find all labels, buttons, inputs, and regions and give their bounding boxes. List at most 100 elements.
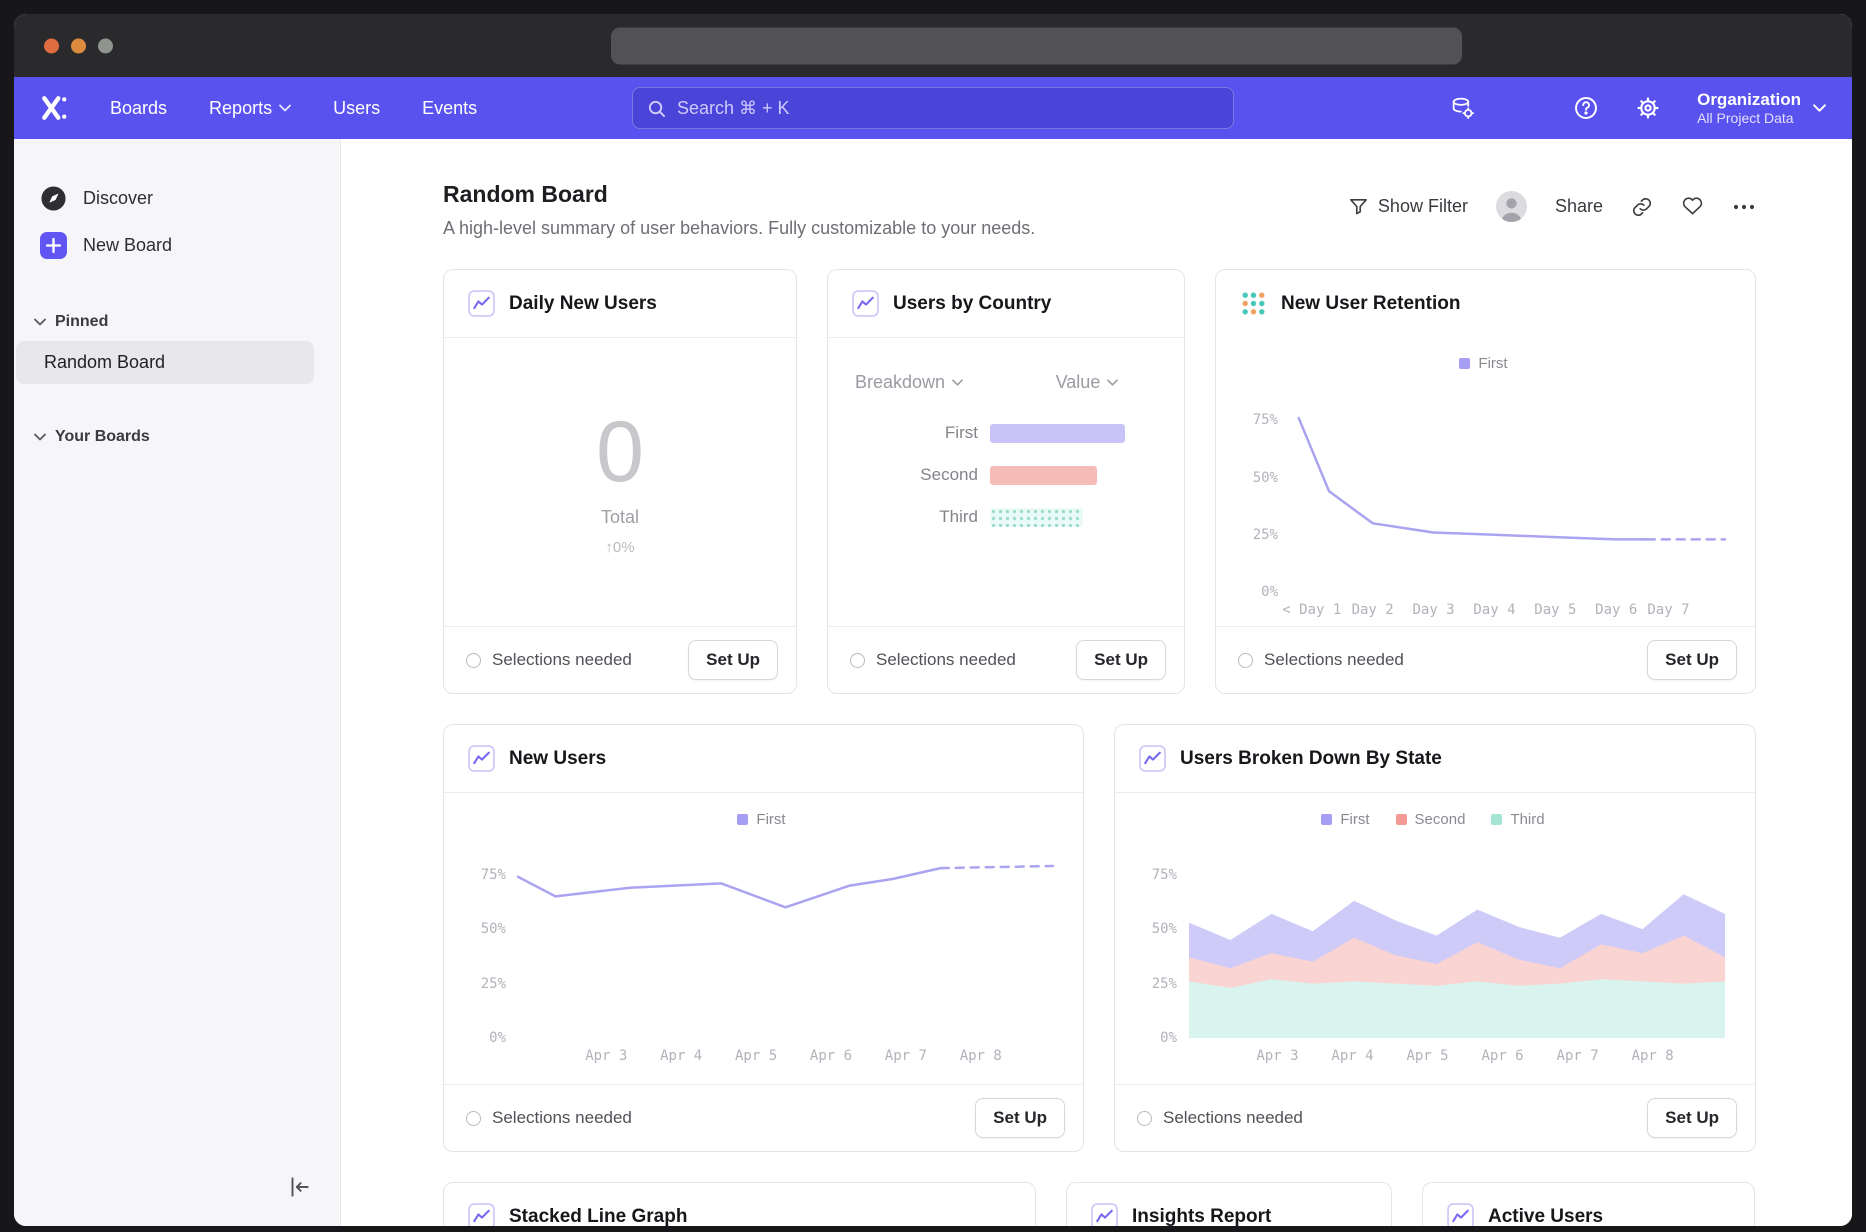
retention-legend: First: [1242, 353, 1725, 374]
settings-gear-icon[interactable]: [1635, 95, 1661, 121]
retention-chart: First75%50%25%0%< Day 1Day 2Day 3Day 4Da…: [1216, 337, 1755, 626]
legend-swatch-icon: [1396, 814, 1407, 825]
nav-item-label: Events: [422, 98, 477, 119]
chevron-down-icon: [952, 379, 963, 386]
favorite-heart-icon[interactable]: [1681, 195, 1704, 218]
country-row-bar: [990, 508, 1083, 527]
card-insights-report: Insights Report: [1066, 1182, 1392, 1226]
breakdown-dropdown[interactable]: Breakdown: [828, 372, 990, 393]
avatar[interactable]: [1496, 191, 1527, 222]
nav-item-reports[interactable]: Reports: [209, 98, 291, 119]
org-switcher[interactable]: Organization All Project Data: [1697, 89, 1826, 128]
x-tick-label: Apr 7: [885, 1048, 927, 1064]
nav-item-label: Users: [333, 98, 380, 119]
x-tick-label: Day 4: [1473, 602, 1515, 618]
more-options-icon[interactable]: [1732, 195, 1756, 219]
cards-row-1: Daily New Users 0 Total ↑0% Selections n…: [443, 269, 1756, 694]
traffic-light-1[interactable]: [71, 38, 86, 53]
set-up-button[interactable]: Set Up: [1647, 1098, 1737, 1138]
sidebar-collapse-button[interactable]: [286, 1174, 312, 1200]
card-title: Users Broken Down By State: [1180, 748, 1442, 770]
y-tick-label: 50%: [1253, 470, 1278, 486]
line-chart-icon: [1447, 1203, 1474, 1226]
y-tick-label: 50%: [1152, 921, 1177, 937]
x-tick-label: Apr 8: [960, 1048, 1002, 1064]
status-circle-icon: [1238, 653, 1253, 668]
share-button[interactable]: Share: [1555, 196, 1603, 217]
sidebar-item-new-board[interactable]: New Board: [14, 222, 340, 269]
metric-value: 0: [596, 409, 644, 495]
nav-item-users[interactable]: Users: [333, 98, 380, 119]
copy-link-icon[interactable]: [1631, 196, 1653, 218]
status-label: Selections needed: [1264, 650, 1404, 670]
legend-swatch-icon: [1491, 814, 1502, 825]
nav-item-label: Boards: [110, 98, 167, 119]
sidebar-section-your-boards[interactable]: Your Boards: [14, 420, 340, 454]
titlebar: [14, 14, 1852, 77]
card-title: Daily New Users: [509, 293, 657, 315]
country-row-bar: [990, 424, 1125, 443]
y-tick-label: 25%: [481, 976, 506, 992]
line-chart-icon: [468, 745, 495, 772]
y-tick-label: 25%: [1152, 976, 1177, 992]
x-tick-label: Day 3: [1412, 602, 1454, 618]
new-users-legend: First: [470, 809, 1053, 830]
apps-grid-icon[interactable]: [1511, 95, 1537, 121]
help-icon[interactable]: [1573, 95, 1599, 121]
legend-label: Second: [1415, 811, 1466, 828]
metric-delta: ↑0%: [605, 539, 634, 556]
traffic-light-0[interactable]: [44, 38, 59, 53]
x-axis: < Day 1Day 2Day 3Day 4Day 5Day 6Day 7: [1290, 592, 1725, 624]
sidebar-item-discover[interactable]: Discover: [14, 175, 340, 222]
country-row-label: First: [828, 423, 990, 443]
plot: [518, 842, 1053, 1038]
x-tick-label: Apr 3: [1256, 1048, 1298, 1064]
set-up-button[interactable]: Set Up: [1647, 640, 1737, 680]
status-circle-icon: [1137, 1111, 1152, 1126]
nav-item-boards[interactable]: Boards: [110, 98, 167, 119]
x-tick-label: Apr 8: [1632, 1048, 1674, 1064]
show-filter-button[interactable]: Show Filter: [1348, 196, 1468, 217]
sidebar-item-random-board[interactable]: Random Board: [16, 341, 314, 384]
country-row: First: [828, 423, 1184, 443]
section-label: Pinned: [55, 313, 108, 331]
sidebar-section-pinned[interactable]: Pinned: [14, 305, 340, 339]
board-actions: Show Filter Share: [1348, 191, 1756, 222]
search-input[interactable]: Search ⌘ + K: [632, 87, 1234, 129]
x-axis: Apr 3Apr 4Apr 5Apr 6Apr 7Apr 8: [518, 1038, 1053, 1070]
card-title: New Users: [509, 748, 606, 770]
set-up-button[interactable]: Set Up: [975, 1098, 1065, 1138]
url-bar[interactable]: [611, 27, 1462, 64]
search-placeholder: Search ⌘ + K: [677, 98, 790, 119]
metric-caption: Total: [601, 507, 639, 528]
mixpanel-logo[interactable]: [40, 93, 70, 123]
line-chart-icon: [468, 290, 495, 317]
y-tick-label: 75%: [1152, 867, 1177, 883]
page-title: Random Board: [443, 181, 1035, 208]
org-subtitle: All Project Data: [1697, 110, 1801, 128]
set-up-button[interactable]: Set Up: [688, 640, 778, 680]
card-stacked-line-graph: Stacked Line Graph: [443, 1182, 1036, 1226]
x-tick-label: Apr 4: [1331, 1048, 1373, 1064]
traffic-light-2[interactable]: [98, 38, 113, 53]
nav-item-events[interactable]: Events: [422, 98, 477, 119]
selections-needed-status: Selections needed: [466, 650, 632, 670]
traffic-lights: [44, 38, 113, 53]
country-row-label: Second: [828, 465, 990, 485]
org-name: Organization: [1697, 89, 1801, 110]
x-axis: Apr 3Apr 4Apr 5Apr 6Apr 7Apr 8: [1189, 1038, 1725, 1070]
legend-item-first: First: [737, 811, 785, 828]
line-chart-icon: [852, 290, 879, 317]
card-new-users: New Users First75%50%25%0%Apr 3Apr 4Apr …: [443, 724, 1084, 1152]
funnel-icon: [1348, 196, 1369, 217]
set-up-button[interactable]: Set Up: [1076, 640, 1166, 680]
line-chart-icon: [1091, 1203, 1118, 1226]
plot: [1189, 842, 1725, 1038]
selections-needed-status: Selections needed: [1137, 1108, 1303, 1128]
legend-swatch-icon: [1459, 358, 1470, 369]
value-dropdown[interactable]: Value: [990, 372, 1184, 393]
status-label: Selections needed: [1163, 1108, 1303, 1128]
card-title: Active Users: [1488, 1206, 1603, 1227]
y-tick-label: 25%: [1253, 527, 1278, 543]
data-management-icon[interactable]: [1449, 95, 1475, 121]
